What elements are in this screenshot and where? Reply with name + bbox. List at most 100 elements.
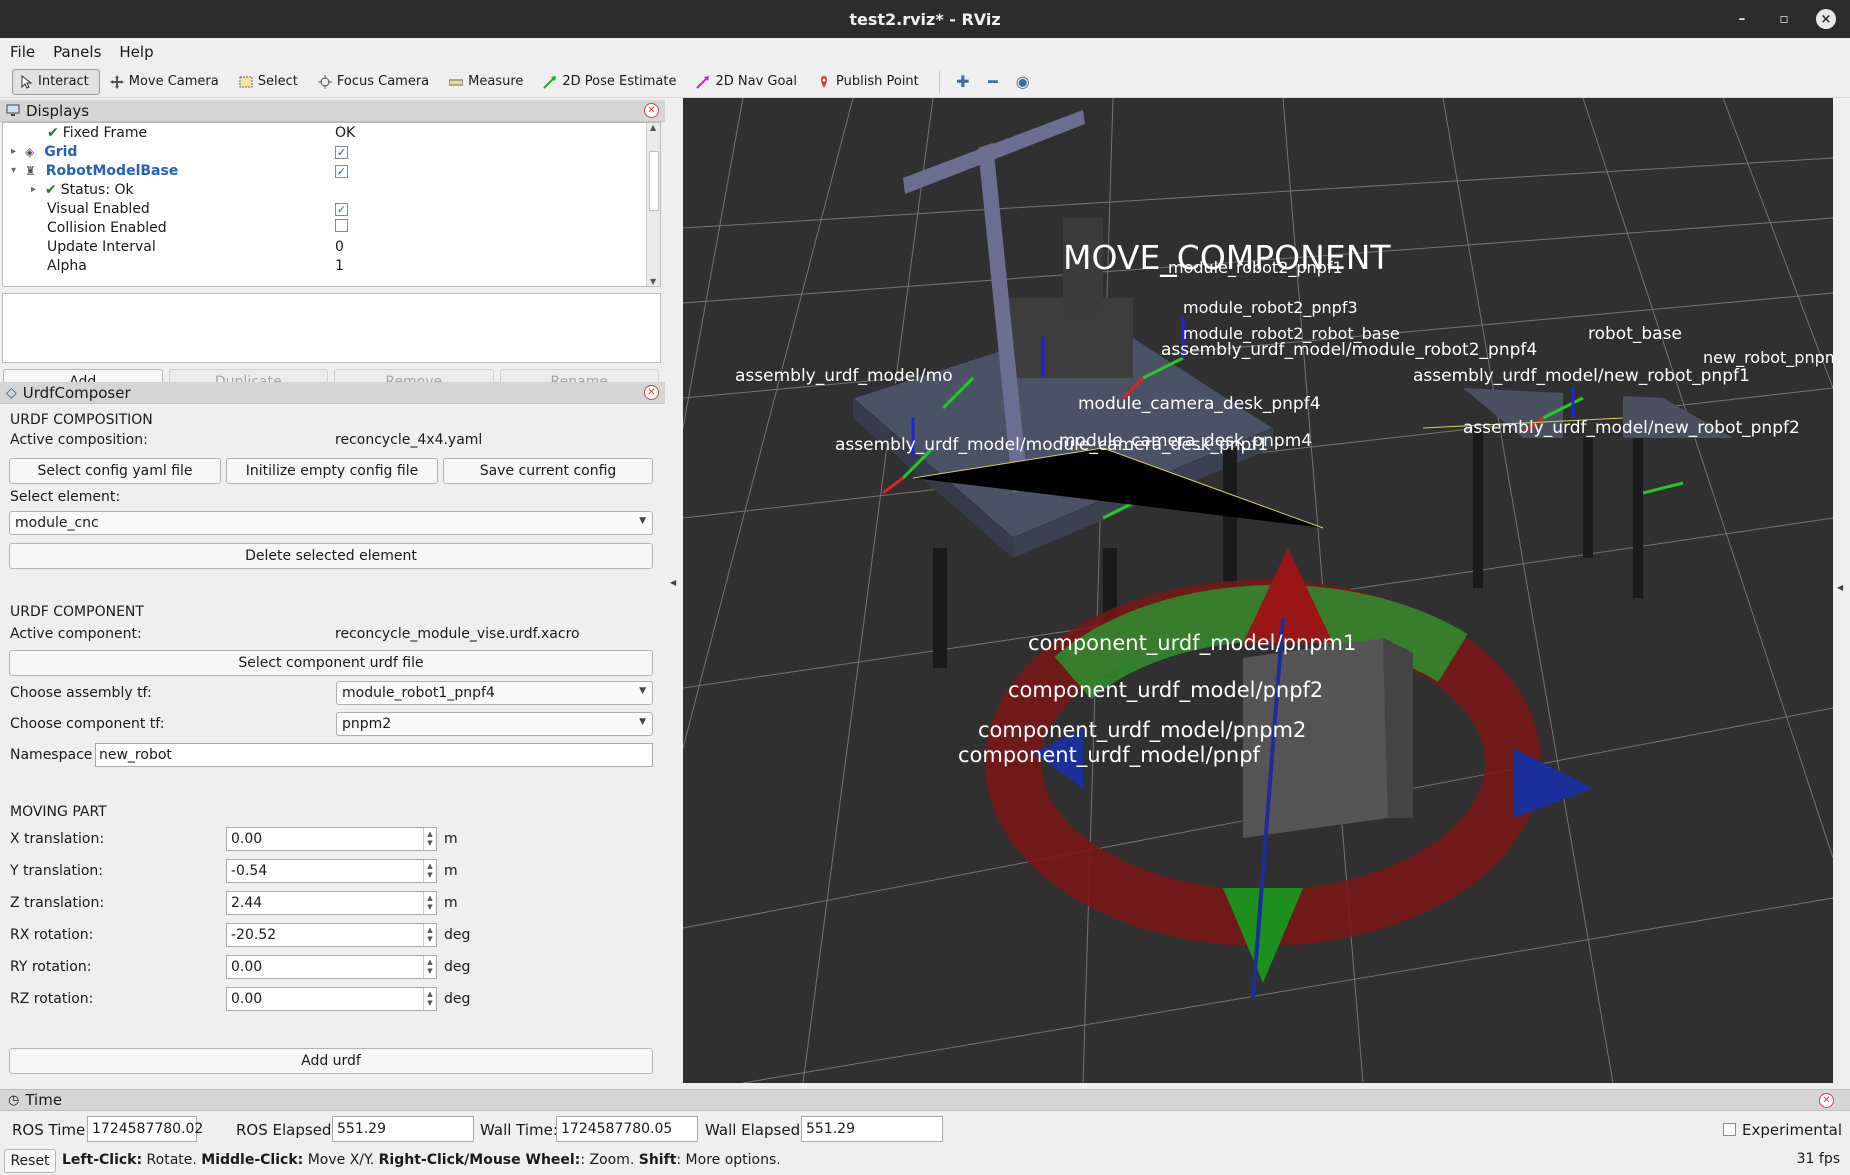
move-icon	[109, 74, 124, 89]
row-value: 0	[335, 238, 344, 255]
init-empty-config-button[interactable]: Initilize empty config file	[226, 458, 438, 484]
view-options-icon[interactable]: ◉	[1010, 69, 1036, 95]
tool-measure[interactable]: Measure	[443, 69, 533, 95]
component-tf-label: Choose component tf:	[10, 716, 165, 732]
tree-row[interactable]: ▸ ✔ Status: Ok	[3, 180, 646, 199]
save-config-button[interactable]: Save current config	[443, 458, 653, 484]
x-translation-spinbox[interactable]: 0.00 ▲ ▼	[226, 827, 437, 851]
tree-row[interactable]: ▾ ♜ RobotModelBase ✓	[3, 161, 646, 180]
rx-rotation-spinbox[interactable]: -20.52 ▲ ▼	[226, 923, 437, 947]
row-name: Alpha	[47, 257, 87, 274]
y-translation-unit: m	[444, 863, 458, 879]
tool-focus-camera[interactable]: Focus Camera	[312, 69, 439, 95]
ros-time-field[interactable]: 1724587780.02	[87, 1116, 203, 1142]
reset-button[interactable]: Reset	[4, 1149, 56, 1173]
rz-rotation-value: 0.00	[231, 991, 263, 1007]
expand-arrow-icon[interactable]: ▸	[31, 184, 41, 195]
minimize-icon[interactable]: –	[1732, 9, 1752, 29]
assembly-tf-select[interactable]: module_robot1_pnpf4 ▼	[336, 681, 653, 705]
tool-bar: Interact Move Camera Select Focus Camera…	[0, 66, 1850, 98]
ry-rotation-label: RY rotation:	[10, 959, 92, 975]
tool-move-camera[interactable]: Move Camera	[104, 69, 229, 95]
select-config-button[interactable]: Select config yaml file	[9, 458, 221, 484]
robot-checkbox[interactable]: ✓	[335, 164, 348, 178]
scroll-thumb[interactable]	[649, 151, 659, 211]
menu-file[interactable]: File	[10, 43, 35, 61]
experimental-label: Experimental	[1742, 1121, 1843, 1139]
dock-splitter[interactable]: ◀	[665, 98, 682, 1087]
expand-arrow-icon[interactable]: ▸	[11, 146, 21, 157]
component-tf-select[interactable]: pnpm2 ▼	[336, 712, 653, 736]
right-dock-handle[interactable]: ◀	[1833, 98, 1850, 1087]
visual-checkbox[interactable]: ✓	[335, 202, 348, 216]
namespace-input[interactable]: new_robot	[95, 743, 653, 767]
close-urdf-icon[interactable]: ✕	[644, 385, 659, 400]
spin-arrows-icon[interactable]: ▲ ▼	[423, 828, 436, 850]
maximize-icon[interactable]: ▫	[1774, 9, 1794, 29]
add-tool-icon[interactable]: ✚	[950, 69, 976, 95]
tool-select[interactable]: Select	[233, 69, 308, 95]
collapse-right-icon[interactable]: ◀	[1837, 583, 1843, 592]
row-value: 1	[335, 257, 344, 274]
check-icon: ✔	[47, 124, 59, 141]
wall-time-field[interactable]: 1724587780.05	[556, 1116, 698, 1142]
tool-interact[interactable]: Interact	[12, 68, 100, 95]
tf-label: assembly_urdf_model/new_robot_pnpf1	[1413, 366, 1750, 386]
tf-label: module_robot2_pnpf1	[1168, 258, 1343, 277]
menu-help[interactable]: Help	[119, 43, 153, 61]
collision-checkbox[interactable]	[335, 219, 348, 232]
element-select[interactable]: module_cnc ▼	[9, 511, 653, 535]
y-translation-spinbox[interactable]: -0.54 ▲ ▼	[226, 859, 437, 883]
wall-elapsed-field[interactable]: 551.29	[801, 1116, 943, 1142]
spin-arrows-icon[interactable]: ▲ ▼	[423, 860, 436, 882]
add-urdf-button[interactable]: Add urdf	[9, 1048, 653, 1074]
tool-publish-point[interactable]: Publish Point	[811, 69, 929, 95]
scroll-up-icon[interactable]: ▲	[650, 123, 656, 132]
component-heading: URDF COMPONENT	[10, 604, 144, 620]
tree-row[interactable]: ✔ Fixed Frame OK	[3, 123, 646, 142]
element-select-value: module_cnc	[15, 515, 99, 531]
hint-shift: Shift	[638, 1152, 677, 1168]
select-component-button[interactable]: Select component urdf file	[9, 650, 653, 676]
spin-arrows-icon[interactable]: ▲ ▼	[423, 924, 436, 946]
row-name: Collision Enabled	[47, 219, 167, 236]
tree-row[interactable]: Collision Enabled	[3, 218, 646, 237]
spin-arrows-icon[interactable]: ▲ ▼	[423, 956, 436, 978]
rz-rotation-label: RZ rotation:	[10, 991, 94, 1007]
cursor-icon	[21, 74, 33, 89]
spin-arrows-icon[interactable]: ▲ ▼	[423, 892, 436, 914]
spin-arrows-icon[interactable]: ▲ ▼	[423, 988, 436, 1010]
rz-rotation-spinbox[interactable]: 0.00 ▲ ▼	[226, 987, 437, 1011]
displays-title: Displays	[26, 101, 90, 120]
tool-2d-nav-goal[interactable]: 2D Nav Goal	[690, 69, 807, 95]
menu-panels[interactable]: Panels	[53, 43, 101, 61]
tool-2d-pose-estimate[interactable]: 2D Pose Estimate	[537, 69, 686, 95]
ry-rotation-spinbox[interactable]: 0.00 ▲ ▼	[226, 955, 437, 979]
close-time-icon[interactable]: ✕	[1819, 1093, 1834, 1108]
select-icon	[239, 76, 253, 87]
render-viewport[interactable]: MOVE_COMPONENT assembly_urdf_model/mo as…	[683, 98, 1833, 1083]
z-translation-spinbox[interactable]: 2.44 ▲ ▼	[226, 891, 437, 915]
scroll-down-icon[interactable]: ▼	[650, 277, 656, 286]
tree-row[interactable]: Update Interval 0	[3, 237, 646, 256]
close-icon[interactable]: ×	[1816, 9, 1836, 29]
displays-tree[interactable]: ✔ Fixed Frame OK ▸ ◈ Grid ✓ ▾ ♜ RobotModelBas…	[2, 122, 661, 287]
displays-scrollbar[interactable]: ▲ ▼	[646, 123, 660, 286]
map-pin-icon	[821, 75, 828, 88]
tree-row[interactable]: Visual Enabled ✓	[3, 199, 646, 218]
wall-elapsed-label: Wall Elapsed:	[705, 1121, 806, 1139]
experimental-checkbox[interactable]	[1723, 1123, 1736, 1136]
collapse-left-icon[interactable]: ◀	[670, 578, 676, 587]
remove-tool-icon[interactable]: ━	[980, 69, 1006, 95]
namespace-value: new_robot	[99, 747, 172, 763]
tree-row[interactable]: Alpha 1	[3, 256, 646, 275]
tree-row[interactable]: ▸ ◈ Grid ✓	[3, 142, 646, 161]
row-name: RobotModelBase	[45, 162, 179, 179]
grid-checkbox[interactable]: ✓	[335, 145, 348, 159]
delete-element-button[interactable]: Delete selected element	[9, 543, 653, 569]
grid-icon: ◈	[25, 144, 35, 159]
collapse-arrow-icon[interactable]: ▾	[11, 165, 21, 176]
ros-elapsed-field[interactable]: 551.29	[332, 1116, 474, 1142]
close-displays-icon[interactable]: ✕	[644, 103, 659, 118]
diamond-icon: ◇	[6, 384, 17, 401]
